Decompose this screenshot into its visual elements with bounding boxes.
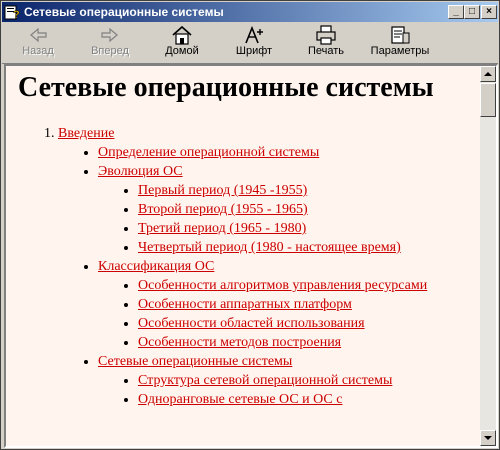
sublist: Структура сетевой операционной системы О… — [98, 371, 478, 409]
list-item: Особенности областей использования — [138, 314, 478, 333]
help-window: ? Сетевые операционные системы _ □ × Наз… — [0, 0, 500, 450]
link-network-os[interactable]: Сетевые операционные системы — [98, 354, 292, 369]
list-item: Третий период (1965 - 1980) — [138, 219, 478, 238]
list-item: Первый период (1945 -1955) — [138, 181, 478, 200]
forward-button[interactable]: Вперед — [82, 25, 138, 61]
list-item: Второй период (1955 - 1965) — [138, 200, 478, 219]
link-net-2[interactable]: Одноранговые сетевые ОС и ОС с — [138, 392, 342, 407]
link-os-evolution[interactable]: Эволюция ОС — [98, 164, 183, 179]
list-item: Особенности алгоритмов управления ресурс… — [138, 276, 478, 295]
scroll-thumb[interactable] — [480, 83, 496, 117]
link-introduction[interactable]: Введение — [58, 126, 114, 141]
font-icon — [245, 25, 263, 44]
help-window-icon: ? — [4, 5, 20, 20]
list-item: Сетевые операционные системы Структура с… — [98, 352, 478, 409]
options-icon — [391, 26, 410, 44]
link-os-definition[interactable]: Определение операционной системы — [98, 145, 319, 160]
font-button[interactable]: Шрифт — [226, 25, 282, 61]
back-arrow-icon — [30, 27, 47, 43]
close-icon: × — [486, 6, 492, 17]
minimize-button[interactable]: _ — [448, 5, 464, 19]
link-net-1[interactable]: Структура сетевой операционной системы — [138, 373, 392, 388]
print-button[interactable]: Печать — [298, 25, 354, 61]
content-frame: Сетевые операционные системы Введение Оп… — [4, 64, 498, 448]
sublist: Определение операционной системы Эволюци… — [58, 143, 478, 409]
list-item: Введение Определение операционной систем… — [58, 124, 478, 409]
sublist: Особенности алгоритмов управления ресурс… — [98, 276, 478, 352]
link-class-3[interactable]: Особенности областей использования — [138, 316, 365, 331]
link-period-2[interactable]: Второй период (1955 - 1965) — [138, 202, 308, 217]
font-label: Шрифт — [235, 45, 273, 57]
list-item: Особенности аппаратных платформ — [138, 295, 478, 314]
back-label: Назад — [22, 45, 54, 57]
home-button[interactable]: Домой — [154, 25, 210, 61]
link-period-4[interactable]: Четвертый период (1980 - настоящее время… — [138, 240, 401, 255]
window-title: Сетевые операционные системы — [24, 5, 224, 19]
scroll-down-button[interactable] — [480, 430, 496, 446]
options-button[interactable]: Параметры — [370, 25, 430, 61]
svg-text:?: ? — [13, 9, 20, 20]
maximize-button[interactable]: □ — [464, 5, 480, 19]
list-item: Структура сетевой операционной системы — [138, 371, 478, 390]
link-period-3[interactable]: Третий период (1965 - 1980) — [138, 221, 306, 236]
link-os-classification[interactable]: Классификация ОС — [98, 259, 214, 274]
toolbar: Назад Вперед Домой Шрифт Печать Параметр… — [2, 23, 498, 64]
printer-icon — [316, 25, 336, 45]
scroll-up-icon — [484, 72, 492, 76]
list-item: Четвертый период (1980 - настоящее время… — [138, 238, 478, 257]
contents-list: Введение Определение операционной систем… — [18, 124, 478, 409]
scroll-up-button[interactable] — [480, 66, 496, 82]
scroll-down-icon — [484, 436, 492, 440]
close-button[interactable]: × — [481, 5, 497, 19]
list-item: Эволюция ОС Первый период (1945 -1955) В… — [98, 162, 478, 257]
link-class-1[interactable]: Особенности алгоритмов управления ресурс… — [138, 278, 427, 293]
list-item: Классификация ОС Особенности алгоритмов … — [98, 257, 478, 352]
list-item: Определение операционной системы — [98, 143, 478, 162]
back-button[interactable]: Назад — [10, 25, 66, 61]
minimize-icon: _ — [453, 6, 459, 17]
title-bar[interactable]: ? Сетевые операционные системы _ □ × — [2, 2, 498, 22]
content-pane[interactable]: Сетевые операционные системы Введение Оп… — [6, 66, 480, 446]
link-class-4[interactable]: Особенности методов построения — [138, 335, 341, 350]
page-heading: Сетевые операционные системы — [18, 72, 434, 103]
link-class-2[interactable]: Особенности аппаратных платформ — [138, 297, 352, 312]
forward-arrow-icon — [101, 27, 118, 43]
link-period-1[interactable]: Первый период (1945 -1955) — [138, 183, 307, 198]
home-label: Домой — [165, 45, 199, 57]
list-item: Особенности методов построения — [138, 333, 478, 352]
document: Сетевые операционные системы Введение Оп… — [18, 66, 478, 409]
print-label: Печать — [307, 45, 345, 57]
list-item: Одноранговые сетевые ОС и ОС с — [138, 390, 478, 409]
options-label: Параметры — [370, 45, 430, 57]
forward-label: Вперед — [91, 45, 129, 57]
vertical-scrollbar[interactable] — [480, 66, 496, 446]
home-icon — [172, 25, 192, 45]
sublist: Первый период (1945 -1955) Второй период… — [98, 181, 478, 257]
maximize-icon: □ — [468, 6, 476, 17]
